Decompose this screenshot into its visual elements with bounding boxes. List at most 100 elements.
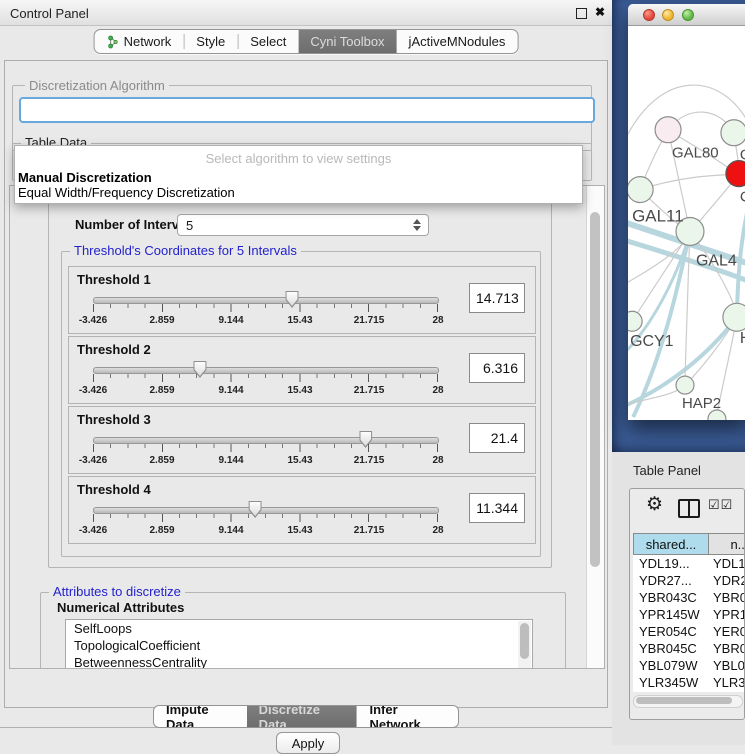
table-panel-title: Table Panel [633,463,701,478]
algorithm-group-label: Discretization Algorithm [25,79,169,93]
attributes-group-label: Attributes to discretize [49,585,185,599]
table-row[interactable]: YBL079WYBL0... [633,657,745,674]
threshold-slider[interactable]: -3.426 2.859 9.144 15.43 21.715 28 [93,501,438,539]
table-row[interactable]: YBR043CYBR0... [633,589,745,606]
threshold-value-field[interactable] [469,423,525,453]
float-window-icon[interactable] [576,8,587,19]
node-label-hap2: HAP2 [682,395,721,412]
table-panel-box: ⚙ ☑☑ shared... n... YDL19...YDL1... YDR2… [629,488,745,720]
numerical-attributes-list[interactable]: SelfLoops TopologicalCoefficient Between… [65,619,533,669]
gear-icon[interactable]: ⚙ [646,493,663,516]
tab-select[interactable]: Select [238,30,298,53]
list-item[interactable]: SelfLoops [66,620,532,637]
cyni-panel: Discretization Algorithm Select algorith… [4,60,608,708]
spinner-icon [413,219,421,231]
node-red [726,161,745,187]
tab-discretize-data[interactable]: Discretize Data [247,706,357,727]
threshold-slider[interactable]: -3.426 2.859 9.144 15.43 21.715 28 [93,291,438,329]
apply-button[interactable]: Apply [276,732,340,754]
threshold-slider[interactable]: -3.426 2.859 9.144 15.43 21.715 28 [93,361,438,399]
number-of-intervals-combobox[interactable]: 5 [177,214,429,236]
table-panel: Table Panel ⚙ ☑☑ shared... n... YDL19...… [612,452,745,745]
settings-vertical-scrollbar[interactable] [586,186,604,668]
top-tabbar: Network Style Select Cyni Toolbox jActiv… [94,29,519,54]
node-label-partial: C [740,189,745,206]
tab-cyni-toolbox[interactable]: Cyni Toolbox [298,30,396,53]
table-row[interactable]: YBR045CYBR0... [633,640,745,657]
table-header: shared... n... [633,533,745,555]
table-row[interactable]: YER054CYER0... [633,623,745,640]
control-panel-titlebar: Control Panel ✖ [0,0,612,26]
threshold-panel: Threshold 2 -3.426 2.859 9.144 15.43 [68,336,536,404]
close-icon[interactable]: ✖ [595,5,605,19]
popup-option-equal-width[interactable]: Equal Width/Frequency Discretization [18,185,235,200]
slider-track[interactable] [93,437,439,444]
threshold-label: Threshold 1 [77,272,151,287]
threshold-slider[interactable]: -3.426 2.859 9.144 15.43 21.715 28 [93,431,438,469]
minimize-traffic-light-icon[interactable] [662,9,674,21]
table-row[interactable]: YLR345WYLR3... [633,674,745,691]
network-window-titlebar[interactable] [628,4,745,26]
bottom-tabbar: Impute Data Discretize Data Infer Networ… [153,705,459,728]
node-label-gal80: GAL80 [672,145,719,162]
node-green [721,120,745,146]
checkbox-icons[interactable]: ☑☑ [708,497,733,513]
node-table[interactable]: shared... n... YDL19...YDL1... YDR27...Y… [633,533,745,692]
panel-title: Control Panel [10,6,89,21]
threshold-label: Threshold 4 [77,482,151,497]
network-icon [107,35,119,49]
settings-scroll-area: Interval Definition Number of Intervals … [9,185,605,669]
threshold-value-field[interactable] [469,493,525,523]
list-scrollbar[interactable] [518,621,531,669]
node-label-gal11: GAL11 [632,207,683,226]
close-traffic-light-icon[interactable] [643,9,655,21]
tab-impute-data[interactable]: Impute Data [154,706,247,727]
threshold-panel: Threshold 1 -3.426 2.859 9.144 15.43 [68,266,536,334]
threshold-value-field[interactable] [469,353,525,383]
node-green [723,303,745,331]
table-row[interactable]: YPR145WYPR1... [633,606,745,623]
threshold-panel: Threshold 4 -3.426 2.859 9.144 15.43 [68,476,536,544]
network-view-window[interactable]: GAL80 G C GAL11 GAL4 GCY1 H HAP2 [628,4,745,420]
scrollbar-thumb[interactable] [590,212,600,567]
column-header-shared[interactable]: shared... [633,533,709,555]
interval-definition-groupbox: Interval Definition Number of Intervals … [48,194,552,568]
node-green [628,177,653,203]
numerical-attributes-label: Numerical Attributes [57,600,184,615]
algorithm-popup: Select algorithm to view settings Manual… [14,145,583,204]
table-horizontal-scrollbar[interactable] [633,695,743,708]
split-table-icon[interactable] [678,499,700,518]
node-label-partial: G [740,147,745,164]
network-canvas[interactable]: GAL80 G C GAL11 GAL4 GCY1 H HAP2 [628,26,745,420]
tab-infer-network[interactable]: Infer Network [356,706,458,727]
node-pink [655,117,681,143]
slider-track[interactable] [93,297,439,304]
table-row[interactable]: YIL052CYIL0... [633,691,745,692]
node-hap2 [676,376,694,394]
thresholds-group-label: Threshold's Coordinates for 5 Intervals [70,244,301,258]
attributes-groupbox: Attributes to discretize Numerical Attri… [40,592,566,669]
tab-jactivemnodules[interactable]: jActiveMNodules [397,30,518,53]
zoom-traffic-light-icon[interactable] [682,9,694,21]
slider-track[interactable] [93,367,439,374]
table-row[interactable]: YDL19...YDL1... [633,555,745,572]
node-gcy1 [628,311,642,331]
threshold-value-field[interactable] [469,283,525,313]
threshold-label: Threshold 2 [77,342,151,357]
table-row[interactable]: YDR27...YDR2... [633,572,745,589]
slider-track[interactable] [93,507,439,514]
list-item[interactable]: BetweennessCentrality [66,654,532,669]
node-label-gcy1: GCY1 [630,333,674,350]
node-label-gal4: GAL4 [696,252,737,269]
list-item[interactable]: TopologicalCoefficient [66,637,532,654]
node-label-partial: H [740,330,745,347]
threshold-panel: Threshold 3 -3.426 2.859 9.144 15.43 [68,406,536,474]
column-header-name[interactable]: n... [709,533,745,555]
tab-style[interactable]: Style [184,30,237,53]
popup-option-manual[interactable]: Manual Discretization [18,170,152,185]
algorithm-combobox[interactable] [19,97,595,123]
threshold-label: Threshold 3 [77,412,151,427]
tab-network[interactable]: Network [95,30,184,53]
popup-hint: Select algorithm to view settings [15,151,582,166]
scrollbar-thumb[interactable] [636,697,732,704]
